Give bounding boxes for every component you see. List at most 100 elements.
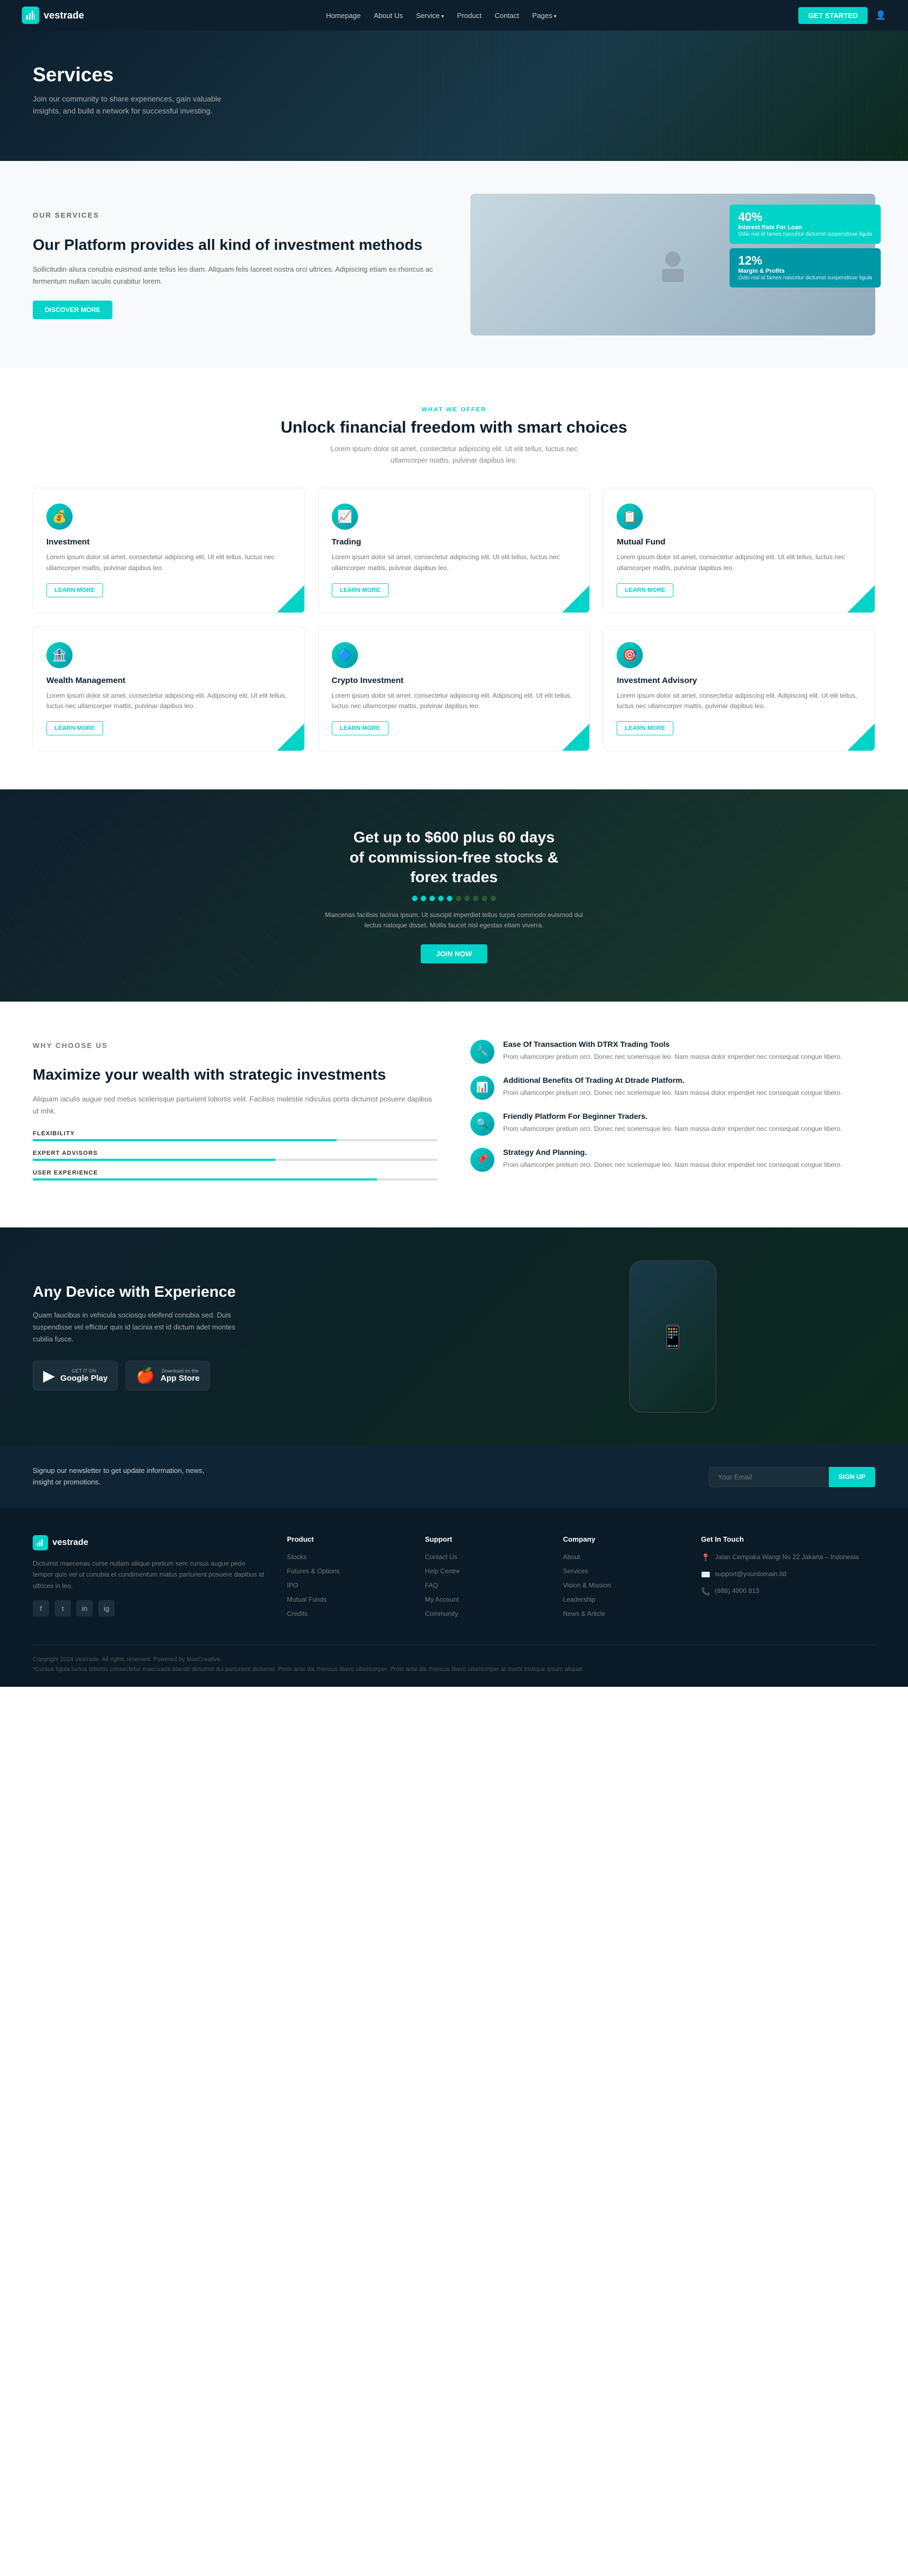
nav-product[interactable]: Product [457,11,482,20]
why-feature-title-0: Ease Of Transaction With DTRX Trading To… [503,1040,842,1049]
twitter-icon[interactable]: t [55,1600,71,1616]
why-feature-title-1: Additional Benefits Of Trading At Dtrade… [503,1076,842,1085]
card-cta-1[interactable]: LEARN MORE [332,583,389,597]
card-cta-5[interactable]: LEARN MORE [617,721,673,735]
cta-banner-section: Get up to $600 plus 60 days of commissio… [0,789,908,1002]
progress-bars: FLEXIBILITY EXPERT ADVISORS USER EXPERIE… [33,1130,438,1181]
footer-col-title-1: Support [425,1535,541,1543]
why-body: Aliquam iaculis augue sed metus sceleris… [33,1093,438,1117]
progress-bar-2 [33,1178,438,1181]
why-feature-title-3: Strategy And Planning. [503,1148,842,1157]
hero-bg-decoration [409,31,908,161]
why-feature-3: 📌 Strategy And Planning. Proin ullamcorp… [470,1148,875,1172]
nav-pages[interactable]: Pages [532,11,557,20]
hero-description: Join our community to share experiences,… [33,93,251,117]
contact-icon-1: ✉️ [701,1570,710,1579]
progress-label-0: FLEXIBILITY [33,1130,438,1137]
app-store-button[interactable]: 🍎 Download on the App Store [126,1361,210,1391]
app-section: Any Device with Experience Quam faucibus… [0,1227,908,1446]
logo-icon [22,7,39,24]
footer-link-0-4: Credits [287,1609,403,1619]
footer-product-col: ProductStocksFutures & OptionsIPOMutual … [287,1535,403,1623]
why-feature-2: 🔍 Friendly Platform For Beginner Traders… [470,1112,875,1136]
contact-icon-0: 📍 [701,1553,710,1562]
nav-homepage[interactable]: Homepage [326,11,361,20]
card-cta-2[interactable]: LEARN MORE [617,583,673,597]
why-feature-text-3: Strategy And Planning. Proin ullamcorper… [503,1148,842,1170]
contact-text-2: (888) 4000 813 [715,1586,759,1596]
our-services-section: OUR SERVICES Our Platform provides all k… [0,161,908,368]
stat1-label: Interest Rate For Loan [738,224,872,231]
logo[interactable]: vestrade [22,7,84,24]
card-cta-4[interactable]: LEARN MORE [332,721,389,735]
linkedin-icon[interactable]: in [76,1600,93,1616]
progress-item-0: FLEXIBILITY [33,1130,438,1141]
contact-text-1: support@yourdomain.tld [715,1569,786,1579]
nav-about[interactable]: About Us [374,11,403,20]
card-cta-3[interactable]: LEARN MORE [46,721,103,735]
join-now-button[interactable]: JOIN NOW [421,944,487,963]
nav-service[interactable]: Service [416,11,444,20]
footer-brand: vestrade Dictumst maecenas curse nullam … [33,1535,265,1623]
newsletter-signup-button[interactable]: SIGN UP [829,1467,875,1487]
footer-link-0-1: Futures & Options [287,1566,403,1576]
service-card-1: 📈 Trading Lorem ipsum dolor sit amet, co… [318,488,590,613]
app-image: 📱 [470,1260,875,1413]
footer-link-1-4: Community [425,1609,541,1619]
why-section-label: WHY CHOOSE US [33,1040,438,1052]
footer-link-2-1: Services [563,1566,679,1576]
footer-logo-icon [33,1535,48,1550]
google-play-store: Google Play [61,1374,108,1383]
card-icon-4: 🔷 [332,642,358,668]
stat1-num: 40% [738,210,872,224]
why-feature-body-0: Proin ullamcorper pretium orci. Donec ne… [503,1052,842,1062]
service-card-5: 🎯 Investment Advisory Lorem ipsum dolor … [603,626,875,751]
card-title-0: Investment [46,537,291,547]
service-card-2: 📋 Mutual Fund Lorem ipsum dolor sit amet… [603,488,875,613]
why-feature-icon-1: 📊 [470,1076,494,1100]
footer-brand-desc: Dictumst maecenas curse nullam aliique p… [33,1558,265,1591]
google-play-button[interactable]: ▶ GET IT ON Google Play [33,1361,118,1391]
newsletter-email-input[interactable] [709,1467,829,1487]
services-image: 40% Interest Rate For Loan Odio nisl id … [470,194,875,336]
nav-contact[interactable]: Contact [494,11,519,20]
card-body-5: Lorem ipsum dolor sit amet, consectetur … [617,691,862,711]
app-body: Quam faucibus in vehicula sociosqu eleif… [33,1309,251,1345]
discover-more-button[interactable]: DISCOVER MORE [33,301,112,319]
card-title-3: Wealth Management [46,676,291,685]
get-started-button[interactable]: GET STARTED [798,7,868,24]
footer-link-2-2: Vision & Mission [563,1580,679,1590]
why-feature-text-2: Friendly Platform For Beginner Traders. … [503,1112,842,1134]
progress-item-1: EXPERT ADVISORS [33,1150,438,1161]
what-we-offer-section: WHAT WE OFFER Unlock financial freedom w… [0,368,908,789]
newsletter-text: Signup our newsletter to get update info… [33,1465,218,1488]
why-feature-body-1: Proin ullamcorper pretium orci. Donec ne… [503,1088,842,1098]
footer-link-0-2: IPO [287,1580,403,1590]
card-cta-0[interactable]: LEARN MORE [46,583,103,597]
progress-bar-1 [33,1159,438,1161]
instagram-icon[interactable]: ig [98,1600,115,1616]
why-feature-body-3: Proin ullamcorper pretium orci. Donec ne… [503,1160,842,1170]
footer-link-1-2: FAQ [425,1580,541,1590]
cta-body: Maecenas facilisis lacinia ipsum. Ut sus… [323,910,585,931]
card-title-4: Crypto Investment [332,676,577,685]
footer-support-col: SupportContact UsHelp CentreFAQMy Accoun… [425,1535,541,1623]
apple-icon: 🍎 [136,1367,155,1385]
card-icon-0: 💰 [46,504,73,530]
footer-link-0-0: Stocks [287,1552,403,1562]
stat2-num: 12% [738,254,872,268]
hero-section: Services Join our community to share exp… [0,31,908,161]
progress-fill-2 [33,1178,377,1181]
user-icon[interactable]: 👤 [875,10,886,21]
services-section-label: OUR SERVICES [33,209,438,221]
cta-heading: Get up to $600 plus 60 days of commissio… [345,828,563,887]
footer-grid: vestrade Dictumst maecenas curse nullam … [33,1535,875,1623]
progress-fill-1 [33,1159,276,1161]
card-title-1: Trading [332,537,577,547]
progress-label-1: EXPERT ADVISORS [33,1150,438,1157]
cta-bg-overlay [0,789,908,1002]
facebook-icon[interactable]: f [33,1600,49,1616]
contact-item-1: ✉️ support@yourdomain.tld [701,1569,875,1579]
footer-link-2-0: About [563,1552,679,1562]
card-icon-1: 📈 [332,504,358,530]
